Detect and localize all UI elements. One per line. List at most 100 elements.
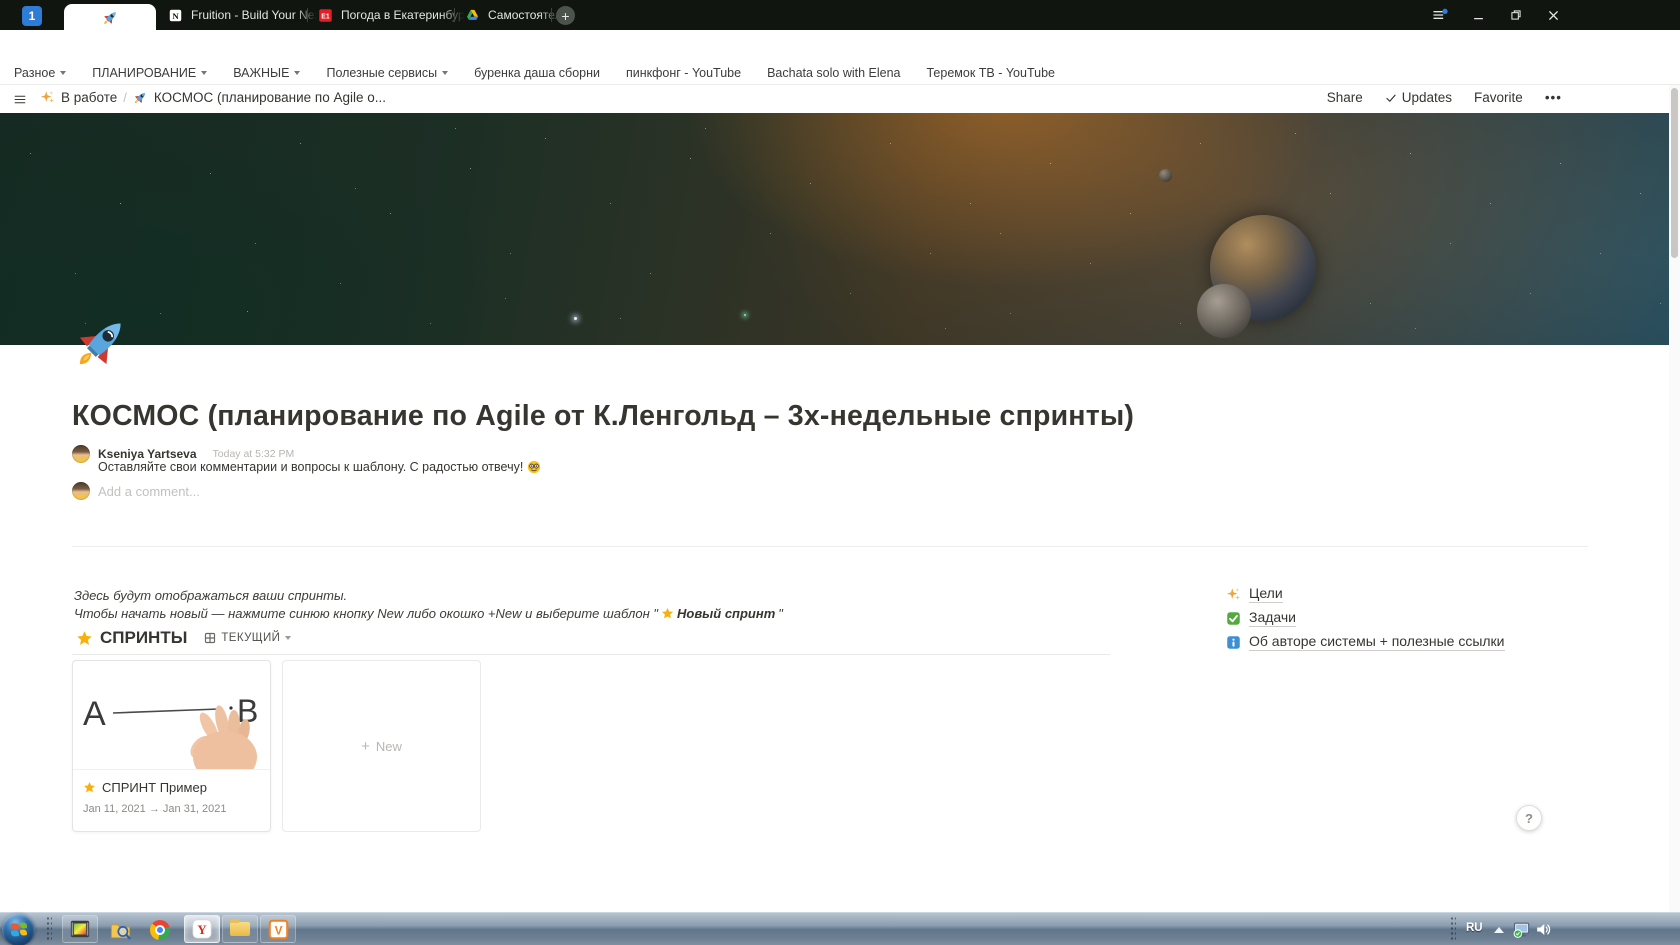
computer-shield-icon [1512,919,1532,939]
taskbar-grip [1450,916,1456,942]
tray-network-button[interactable] [1512,919,1532,939]
bookmark-folder-planning[interactable]: ПЛАНИРОВАНИЕ [92,66,207,80]
notion-actions: Share Updates Favorite ••• [1327,90,1562,105]
add-comment-row[interactable]: Add a comment... [72,482,200,500]
bookmark-folder-services[interactable]: Полезные сервисы [326,66,448,80]
notion-favicon-icon [168,8,183,23]
minimize-icon [1471,8,1486,23]
new-sprint-card[interactable]: + New [282,660,481,832]
taskbar-image-viewer-button[interactable] [62,915,98,943]
starfield [0,113,1,114]
browser-menu-button[interactable] [1432,7,1448,23]
sprint-card-dates: Jan 11, 2021 → Jan 31, 2021 [73,795,270,815]
page-cover-image [0,113,1680,345]
new-tab-button[interactable]: + [556,6,575,25]
bookmark-burenka[interactable]: буренка даша сборни [474,66,600,80]
chrome-icon [150,920,170,940]
comment-author: Kseniya Yartseva [98,447,197,461]
taskbar-yandex-browser-button[interactable] [184,915,220,943]
taskbar-search-tool-button[interactable] [108,918,132,942]
plus-icon: + [361,738,370,755]
tab-fruition[interactable]: Fruition - Build Your Next W [158,0,317,30]
bookmark-folder-important[interactable]: ВАЖНЫЕ [233,66,300,80]
hamburger-icon [12,93,28,106]
intro-template-name: Новый спринт [677,606,775,621]
bookmark-teremok[interactable]: Теремок ТВ - YouTube [927,66,1055,80]
chevron-down-icon [60,71,66,75]
breadcrumb-separator: / [123,90,127,105]
bookmark-bachata[interactable]: Bachata solo with Elena [767,66,900,80]
tray-expand-icon[interactable] [1494,927,1504,933]
help-button[interactable]: ? [1516,805,1542,831]
page-link-goals[interactable]: Цели [1226,585,1283,603]
page-link-about[interactable]: Об авторе системы + полезные ссылки [1226,633,1505,651]
e1-favicon-icon [318,8,333,23]
pinned-tab-badge[interactable]: 1 [22,6,42,26]
taskbar-v-app-button[interactable] [260,915,296,943]
taskbar-chrome-button[interactable] [148,918,172,942]
search-folder-icon [109,919,132,942]
sprints-header: СПРИНТЫ ТЕКУЩИЙ [76,628,291,648]
planet-moon [1197,284,1251,338]
windows-logo-icon [11,922,27,937]
v-app-icon [268,919,289,940]
view-selector[interactable]: ТЕКУЩИЙ [204,632,291,644]
star-icon [83,781,96,794]
tray-volume-button[interactable] [1534,920,1553,939]
updates-button[interactable]: Updates [1385,90,1452,105]
divider [72,546,1588,547]
comment-time: Today at 5:32 PM [213,448,295,460]
menu-notification-icon [1432,6,1448,24]
taskbar-explorer-button[interactable] [222,915,258,943]
image-viewer-icon [69,918,91,940]
favorite-button[interactable]: Favorite [1474,90,1523,105]
sparkles-icon [40,90,55,105]
tab-weather[interactable]: Погода в Екатеринбурге н [308,0,464,30]
avatar [72,482,90,500]
drive-favicon-icon [465,8,480,23]
chevron-down-icon [201,71,207,75]
sprints-heading: СПРИНТЫ [100,628,187,648]
breadcrumb-root[interactable]: В работе [61,90,117,105]
close-button[interactable] [1545,7,1561,23]
tab-active-kosmos[interactable] [64,4,156,30]
bookmark-pinkfong[interactable]: пинкфонг - YouTube [626,66,741,80]
notion-topbar: В работе / КОСМОС (планирование по Agile… [0,85,1680,113]
restore-icon [1509,8,1523,22]
page-link-tasks[interactable]: Задачи [1226,609,1296,627]
speaker-icon [1534,920,1553,939]
tab-drive[interactable]: Самостоятельное засыпа [455,0,561,30]
sidebar-toggle-button[interactable] [12,93,28,106]
address-bar-row: www.notion.so КОСМОС (планирование по Ag… [0,30,1680,62]
browser-tab-bar: 1 Fruition - Build Your Next W Погода в … [0,0,1680,30]
sprint-card-title-row: СПРИНТ Пример [73,770,270,795]
share-button[interactable]: Share [1327,90,1363,105]
bright-star [574,317,577,320]
tab-separator [551,8,552,22]
taskbar-grip [46,916,52,942]
page-icon[interactable] [72,312,132,372]
restore-button[interactable] [1508,7,1524,23]
bookmark-folder-raznoe[interactable]: Разное [14,66,66,80]
planet-tiny [1159,169,1172,182]
chevron-down-icon [285,636,291,640]
checkbox-icon [1226,611,1241,626]
comment-body: Оставляйте свои комментарии и вопросы к … [98,460,541,474]
sprint-card[interactable]: A B СПРИНТ Пример Jan 11, 2021 → Jan 31,… [72,660,271,832]
start-button[interactable] [2,913,35,945]
minimize-button[interactable] [1470,7,1486,23]
info-icon [1226,635,1241,650]
grid-view-icon [204,632,216,644]
yandex-browser-icon [191,918,213,940]
divider [72,654,1110,655]
language-indicator[interactable]: RU [1466,922,1483,934]
folder-icon [230,922,250,936]
scrollbar-thumb[interactable] [1671,88,1678,258]
close-icon [1546,8,1561,23]
breadcrumb: В работе / КОСМОС (планирование по Agile… [40,90,386,105]
green-star [744,314,746,316]
star-icon [661,607,674,620]
breadcrumb-page[interactable]: КОСМОС (планирование по Agile о... [154,90,386,105]
rocket-icon [72,312,132,372]
more-button[interactable]: ••• [1545,90,1562,105]
